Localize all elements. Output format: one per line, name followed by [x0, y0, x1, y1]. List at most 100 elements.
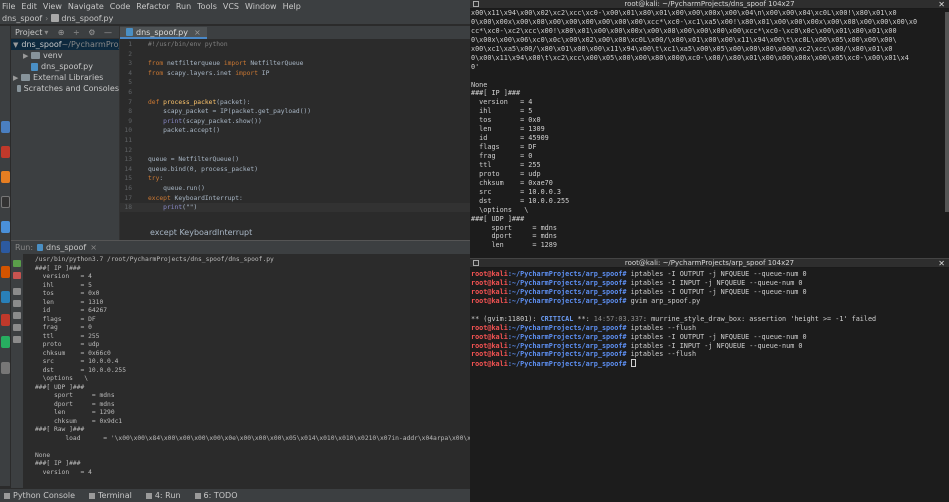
terminal-line: len = 1289	[471, 241, 557, 250]
close-icon[interactable]: ×	[194, 28, 201, 37]
chevron-right-icon[interactable]: ▶	[13, 74, 21, 82]
trash-icon[interactable]	[13, 336, 21, 343]
line-number: 16	[124, 185, 132, 192]
files-app-icon[interactable]	[1, 121, 10, 133]
menu-item-help[interactable]: Help	[283, 2, 301, 11]
terminal-output[interactable]: x00\x11\x94\x00\x02\xc2\xcc\xc0-\x00\x01…	[470, 9, 949, 250]
terminal-line: 0\x00x\x00\x06\xc0\x0c\x00\x02\x00\x08\x…	[471, 35, 897, 44]
output-line: flags = DF	[35, 315, 96, 323]
terminal-title: root@kali: ~/PycharmProjects/arp_spoof 1…	[624, 259, 795, 267]
wrap-icon[interactable]	[13, 300, 21, 307]
tree-item[interactable]: ▶ venv	[11, 50, 119, 61]
terminal-line: ###[ UDP ]###	[471, 214, 525, 223]
terminal-output[interactable]: root@kali:~/PycharmProjects/arp_spoof# i…	[470, 268, 949, 368]
menu-item-refactor[interactable]: Refactor	[136, 2, 170, 11]
rerun-icon[interactable]	[13, 260, 21, 267]
bottom-tab-4-run[interactable]: 4: Run	[145, 491, 181, 500]
project-panel-title[interactable]: Project	[15, 28, 42, 37]
project-tree: ▼ dns_spoof ~/PycharmProjec ▶ venv dns_spoof…	[11, 39, 130, 94]
firefox-icon[interactable]	[1, 171, 10, 183]
chevron-down-icon[interactable]: ▾	[44, 28, 48, 37]
menu-item-run[interactable]: Run	[176, 2, 191, 11]
stop-icon[interactable]	[13, 272, 21, 279]
breadcrumb-file[interactable]: dns_spoof.py	[61, 14, 113, 23]
log-prefix: ** (gvim:11801):	[471, 314, 541, 323]
output-line: sport = mdns	[35, 392, 115, 399]
code-line[interactable]: 8 scapy_packet = IP(packet.get_payload()…	[120, 107, 470, 116]
code-line[interactable]: 4 from scapy.layers.inet import IP	[120, 69, 470, 78]
code-line[interactable]: 9 print(scapy_packet.show())	[120, 117, 470, 126]
code-line[interactable]: 1 #!/usr/bin/env python	[120, 40, 470, 49]
wireshark-icon[interactable]	[1, 291, 10, 303]
bottom-tab-python-console[interactable]: Python Console	[4, 491, 75, 500]
metasploit-icon[interactable]	[1, 241, 10, 253]
tree-item[interactable]: Scratches and Consoles	[11, 83, 119, 94]
bottom-tool-bar: Python Console Terminal 4: Run 6: TODO	[0, 488, 470, 502]
code-line[interactable]: 2	[120, 50, 470, 59]
terminal-line: \options \	[471, 205, 529, 214]
terminal-line: root@kali:~/PycharmProjects/arp_spoof# i…	[470, 342, 949, 351]
burp-icon[interactable]	[1, 266, 10, 278]
pause-icon[interactable]	[13, 288, 21, 295]
app-red-icon[interactable]	[1, 314, 10, 326]
menu-item-edit[interactable]: Edit	[21, 2, 37, 11]
text-editor-icon[interactable]	[1, 221, 10, 233]
menu-item-vcs[interactable]: VCS	[223, 2, 239, 11]
print-icon[interactable]	[13, 324, 21, 331]
menu-item-navigate[interactable]: Navigate	[68, 2, 104, 11]
python-file-icon	[37, 244, 44, 251]
scroll-end-icon[interactable]	[13, 312, 21, 319]
code-line[interactable]: 11	[120, 136, 470, 145]
terminal-icon[interactable]	[1, 196, 10, 208]
prompt-path: :~/PycharmProjects/arp_spoof#	[507, 323, 627, 332]
log-sep: **:	[573, 314, 594, 323]
code-line[interactable]: 14 queue.bind(0, process_packet)	[120, 165, 470, 174]
bottom-tab-6-todo[interactable]: 6: TODO	[194, 491, 237, 500]
prompt-user: root@kali	[471, 350, 508, 359]
menu-item-window[interactable]: Window	[245, 2, 277, 11]
line-number: 2	[128, 50, 132, 58]
close-icon[interactable]: ✕	[938, 0, 945, 9]
scrollbar[interactable]	[945, 12, 949, 212]
terminal-launcher-icon[interactable]	[1, 146, 10, 158]
menu-item-tools[interactable]: Tools	[197, 2, 217, 11]
code-line[interactable]: 7 def process_packet(packet):	[120, 98, 470, 107]
code-line[interactable]: 17 except KeyboardInterrupt:	[120, 194, 470, 203]
chevron-down-icon[interactable]: ▼	[13, 41, 18, 49]
terminal-line: 0\x00\x00x\x00\x08\x00\x00\x00\x00\x00\x…	[471, 17, 918, 26]
panel-toolbar[interactable]: ⊕ ÷ ⚙ —	[58, 28, 115, 37]
line-number: 11	[124, 137, 132, 144]
show-apps-icon[interactable]	[1, 362, 10, 374]
code-line[interactable]: 18 print("")	[120, 203, 470, 213]
menu-item-file[interactable]: File	[2, 2, 15, 11]
code-line[interactable]: 10 packet.accept()	[120, 126, 470, 135]
line-number: 7	[128, 98, 132, 106]
editor-tab-dns-spoof[interactable]: dns_spoof.py ×	[120, 27, 207, 39]
terminal-line: len = 1309	[471, 125, 545, 134]
run-output[interactable]: /usr/bin/python3.7 /root/PycharmProjects…	[35, 256, 470, 488]
menu-item-code[interactable]: Code	[110, 2, 130, 11]
code-line[interactable]: 12	[120, 146, 470, 155]
tree-item[interactable]: dns_spoof.py	[11, 61, 119, 72]
tree-item[interactable]: ▶ External Libraries	[11, 72, 119, 83]
tree-item[interactable]: ▼ dns_spoof ~/PycharmProjec	[11, 39, 130, 50]
code-line[interactable]: 3 from netfilterqueue import NetfilterQue…	[120, 59, 470, 68]
code-area[interactable]: 1 #!/usr/bin/env python 2 3 from netfilterqu…	[120, 40, 470, 226]
code-line[interactable]: 5	[120, 78, 470, 87]
terminal-line: root@kali:~/PycharmProjects/arp_spoof# i…	[470, 279, 949, 288]
output-line: len = 1290	[35, 409, 115, 416]
run-tab-label[interactable]: dns_spoof	[46, 243, 86, 252]
chevron-right-icon[interactable]: ▶	[23, 52, 31, 60]
code-line[interactable]: 15 try:	[120, 174, 470, 183]
bottom-tab-terminal[interactable]: Terminal	[89, 491, 132, 500]
python-file-icon	[51, 14, 60, 22]
pycharm-icon[interactable]	[1, 336, 10, 348]
code-line[interactable]: 13 queue = NetfilterQueue()	[120, 155, 470, 164]
menu-item-view[interactable]: View	[43, 2, 62, 11]
code-line[interactable]: 16 queue.run()	[120, 184, 470, 193]
code-line[interactable]: 6	[120, 88, 470, 97]
close-icon[interactable]: ✕	[938, 259, 945, 268]
breadcrumb-project[interactable]: dns_spoof	[2, 14, 42, 23]
close-icon[interactable]: ×	[90, 243, 97, 252]
